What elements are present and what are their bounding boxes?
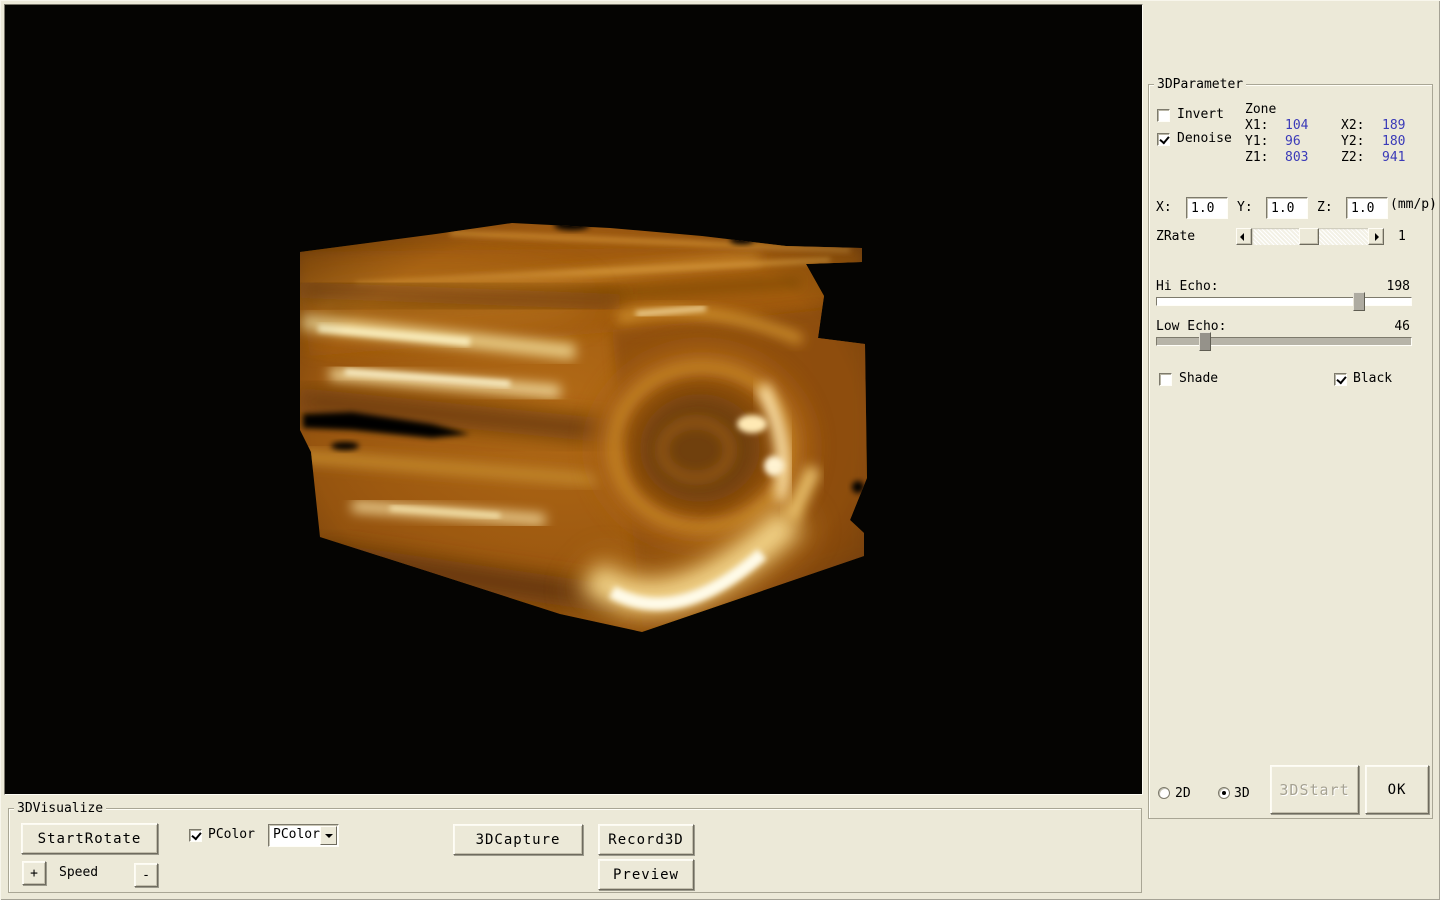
y-scale-label: Y: [1237, 201, 1253, 215]
mode-3d-label: 3D [1234, 787, 1250, 801]
black-checkbox[interactable] [1334, 373, 1347, 386]
zone-z2-value: 941 [1382, 151, 1405, 165]
x-scale-label: X: [1156, 201, 1172, 215]
mode-2d-radio[interactable] [1158, 787, 1170, 799]
invert-checkbox[interactable] [1157, 109, 1170, 122]
3dstart-button[interactable]: 3DStart [1270, 765, 1359, 814]
zrate-scroll-right-button[interactable] [1368, 228, 1384, 245]
start-rotate-button[interactable]: StartRotate [21, 823, 158, 854]
zone-y1-label: Y1: [1245, 135, 1268, 149]
zone-x1-value: 104 [1285, 119, 1308, 133]
zrate-scrollbar [1236, 228, 1384, 245]
app-window: 3DParameter Invert Denoise Zone X1: 104 … [0, 0, 1440, 900]
chevron-down-icon [325, 834, 333, 838]
zone-title: Zone [1245, 103, 1276, 117]
zone-y2-label: Y2: [1341, 135, 1364, 149]
pcolor-dropdown[interactable]: PColor [268, 824, 339, 847]
record3d-button[interactable]: Record3D [598, 824, 694, 855]
hi-echo-slider-thumb[interactable] [1353, 292, 1365, 311]
zone-x1-label: X1: [1245, 119, 1268, 133]
low-echo-slider-thumb[interactable] [1199, 332, 1211, 351]
zrate-label: ZRate [1156, 230, 1195, 244]
mode-3d-radio[interactable] [1218, 787, 1230, 799]
invert-label: Invert [1177, 108, 1224, 122]
hi-echo-label: Hi Echo: [1156, 280, 1219, 294]
denoise-label: Denoise [1177, 132, 1232, 146]
ultrasound-volume-render [5, 5, 1142, 794]
denoise-checkbox[interactable] [1157, 133, 1170, 146]
speed-label: Speed [59, 866, 98, 880]
visualize-groupbox: 3DVisualize StartRotate + Speed - PColor… [8, 808, 1142, 893]
zrate-value: 1 [1398, 230, 1406, 244]
x-scale-field[interactable] [1186, 197, 1228, 219]
y-scale-field[interactable] [1266, 197, 1308, 219]
arrow-right-icon [1375, 233, 1379, 241]
z-scale-label: Z: [1317, 201, 1333, 215]
pcolor-dropdown-value: PColor [273, 827, 320, 842]
zone-x2-label: X2: [1341, 119, 1364, 133]
zone-x2-value: 189 [1382, 119, 1405, 133]
speed-minus-button[interactable]: - [134, 863, 158, 887]
visualize-groupbox-title: 3DVisualize [14, 801, 106, 816]
parameter-groupbox-title: 3DParameter [1154, 77, 1246, 92]
low-echo-value: 46 [1394, 320, 1410, 334]
pcolor-label: PColor [208, 828, 255, 842]
render-viewport[interactable] [4, 4, 1143, 795]
ok-button[interactable]: OK [1365, 765, 1429, 814]
hi-echo-slider-track[interactable] [1156, 297, 1412, 306]
zone-z1-label: Z1: [1245, 151, 1268, 165]
zone-z2-label: Z2: [1341, 151, 1364, 165]
black-label: Black [1353, 372, 1392, 386]
preview-button[interactable]: Preview [598, 859, 694, 890]
zone-y1-value: 96 [1285, 135, 1301, 149]
zone-z1-value: 803 [1285, 151, 1308, 165]
pcolor-checkbox[interactable] [189, 829, 202, 842]
mode-2d-label: 2D [1175, 787, 1191, 801]
shade-label: Shade [1179, 372, 1218, 386]
scale-unit-label: (mm/p) [1390, 198, 1437, 212]
hi-echo-value: 198 [1387, 280, 1410, 294]
zrate-scroll-thumb[interactable] [1299, 228, 1319, 245]
low-echo-label: Low Echo: [1156, 320, 1226, 334]
3dcapture-button[interactable]: 3DCapture [453, 824, 583, 855]
shade-checkbox[interactable] [1159, 373, 1172, 386]
low-echo-slider-track[interactable] [1156, 337, 1412, 346]
zrate-scroll-left-button[interactable] [1236, 228, 1252, 245]
z-scale-field[interactable] [1346, 197, 1388, 219]
arrow-left-icon [1240, 233, 1244, 241]
pcolor-dropdown-button[interactable] [320, 826, 337, 845]
parameter-groupbox: 3DParameter Invert Denoise Zone X1: 104 … [1148, 84, 1433, 819]
zone-y2-value: 180 [1382, 135, 1405, 149]
speed-plus-button[interactable]: + [22, 861, 46, 885]
